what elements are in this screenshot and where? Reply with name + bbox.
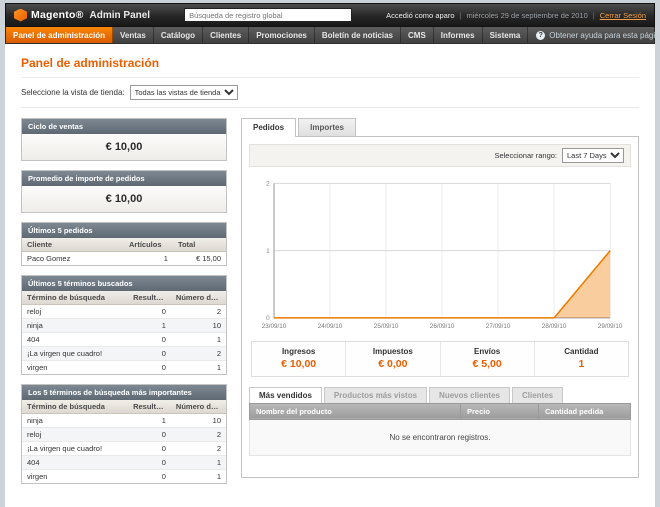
tab-clientes[interactable]: Clientes	[512, 387, 563, 403]
svg-text:0: 0	[266, 315, 270, 322]
nav-item-catalogo[interactable]: Catálogo	[154, 27, 203, 43]
magento-logo[interactable]: Magento® Admin Panel	[14, 9, 150, 22]
help-icon: ?	[536, 31, 545, 40]
nav-item-ventas[interactable]: Ventas	[113, 27, 154, 43]
global-search-input[interactable]	[184, 8, 352, 22]
main-nav: Panel de administración Ventas Catálogo …	[5, 27, 655, 44]
svg-text:28/09/10: 28/09/10	[542, 323, 567, 330]
dashboard-main: Pedidos Importes Seleccionar rango: Last…	[241, 118, 639, 493]
top-search-terms-panel: Los 5 términos de búsqueda más important…	[21, 384, 227, 484]
svg-text:26/09/10: 26/09/10	[430, 323, 455, 330]
svg-text:23/09/10: 23/09/10	[262, 323, 287, 330]
store-view-row: Seleccione la vista de tienda: Todas las…	[21, 78, 639, 108]
page-title: Panel de administración	[21, 50, 639, 78]
tab-nuevos-clientes[interactable]: Nuevos clientes	[429, 387, 510, 403]
average-orders-title: Promedio de importe de pedidos	[22, 171, 226, 186]
nav-item-informes[interactable]: Informes	[434, 27, 483, 43]
svg-text:2: 2	[266, 181, 270, 188]
search-term-row[interactable]: ¡La virgen que cuadro! 0 2	[22, 442, 226, 456]
header-session-info: Accedió como aparo | miércoles 29 de sep…	[386, 11, 646, 20]
search-term-row[interactable]: ninja 1 10	[22, 319, 226, 333]
nav-item-cms[interactable]: CMS	[401, 27, 434, 43]
svg-text:1: 1	[266, 248, 270, 255]
search-term-row[interactable]: ninja 1 10	[22, 414, 226, 428]
orders-chart-wrap: 0 1 2 23/09/10 24/09/10 25/09/10 26/09/10 27/09…	[249, 167, 631, 335]
dashboard-totals: Ingresos € 10,00 Impuestos € 0,00 Envíos…	[251, 341, 629, 377]
top-search-terms-title: Los 5 términos de búsqueda más important…	[22, 385, 226, 400]
grid-empty-message: No se encontraron registros.	[250, 419, 631, 455]
last-orders-panel: Últimos 5 pedidos Cliente Artículos Tota…	[21, 222, 227, 266]
dashboard-board: Seleccionar rango: Last 7 Days 0 1 2 23/09/…	[241, 136, 639, 478]
magento-logo-icon	[14, 9, 27, 22]
total-envios: Envíos € 5,00	[440, 342, 534, 376]
range-bar: Seleccionar rango: Last 7 Days	[249, 144, 631, 167]
last-orders-title: Últimos 5 pedidos	[22, 223, 226, 238]
lifetime-sales-panel: Ciclo de ventas € 10,00	[21, 118, 227, 161]
svg-text:29/09/10: 29/09/10	[598, 323, 623, 330]
total-impuestos: Impuestos € 0,00	[345, 342, 439, 376]
brand-suffix: Admin Panel	[90, 10, 151, 21]
svg-text:24/09/10: 24/09/10	[318, 323, 343, 330]
logged-in-as-text: Accedió como aparo	[386, 11, 454, 20]
search-term-row[interactable]: virgen 0 1	[22, 361, 226, 375]
orders-chart: 0 1 2 23/09/10 24/09/10 25/09/10 26/09/10 27/09…	[253, 175, 627, 335]
nav-item-dashboard[interactable]: Panel de administración	[6, 27, 113, 43]
last-search-terms-title: Últimos 5 términos buscados	[22, 276, 226, 291]
total-cantidad: Cantidad 1	[534, 342, 628, 376]
current-date-text: miércoles 29 de septiembre de 2010	[466, 11, 587, 20]
range-label: Seleccionar rango:	[494, 151, 557, 160]
tab-pedidos[interactable]: Pedidos	[241, 118, 296, 137]
nav-item-boletin[interactable]: Boletín de noticias	[315, 27, 401, 43]
header-bar: Magento® Admin Panel Accedió como aparo …	[5, 3, 655, 27]
store-view-label: Seleccione la vista de tienda:	[21, 88, 125, 97]
average-orders-panel: Promedio de importe de pedidos € 10,00	[21, 170, 227, 213]
tab-productos-mas-vistos[interactable]: Productos más vistos	[324, 387, 427, 403]
lifetime-sales-title: Ciclo de ventas	[22, 119, 226, 134]
svg-text:27/09/10: 27/09/10	[486, 323, 511, 330]
left-column: Ciclo de ventas € 10,00 Promedio de impo…	[21, 118, 227, 493]
total-ingresos: Ingresos € 10,00	[252, 342, 345, 376]
last-orders-table: Cliente Artículos Total Paco Gomez 1 € 1…	[22, 238, 226, 265]
admin-page: Magento® Admin Panel Accedió como aparo …	[5, 3, 655, 507]
order-row[interactable]: Paco Gomez 1 € 15,00	[22, 252, 226, 266]
search-term-row[interactable]: 404 0 1	[22, 333, 226, 347]
store-view-select[interactable]: Todas las vistas de tienda	[130, 85, 238, 100]
grid-tabs: Más vendidos Productos más vistos Nuevos…	[249, 387, 631, 403]
nav-item-promociones[interactable]: Promociones	[249, 27, 315, 43]
lifetime-sales-value: € 10,00	[22, 134, 226, 160]
search-term-row[interactable]: virgen 0 1	[22, 470, 226, 484]
logout-link[interactable]: Cerrar Sesión	[600, 11, 646, 20]
svg-text:25/09/10: 25/09/10	[374, 323, 399, 330]
average-orders-value: € 10,00	[22, 186, 226, 212]
help-link-label: Obtener ayuda para esta página	[549, 31, 660, 40]
content-area: Panel de administración Seleccione la vi…	[5, 44, 655, 507]
page-help-link[interactable]: ? Obtener ayuda para esta página	[528, 27, 660, 43]
nav-item-clientes[interactable]: Clientes	[203, 27, 249, 43]
top-search-terms-table: Término de búsqueda Resultados Número de…	[22, 400, 226, 483]
search-term-row[interactable]: reloj 0 2	[22, 428, 226, 442]
last-search-terms-panel: Últimos 5 términos buscados Término de b…	[21, 275, 227, 375]
brand-name: Magento®	[31, 9, 84, 21]
last-search-terms-table: Término de búsqueda Resultados Número de…	[22, 291, 226, 374]
search-term-row[interactable]: ¡La virgen que cuadro! 0 2	[22, 347, 226, 361]
dashboard-tabs: Pedidos Importes	[241, 118, 639, 136]
search-term-row[interactable]: 404 0 1	[22, 456, 226, 470]
range-select[interactable]: Last 7 Days	[562, 148, 624, 163]
bestsellers-grid: Nombre del producto Precio Cantidad pedi…	[249, 403, 631, 456]
tab-mas-vendidos[interactable]: Más vendidos	[249, 387, 322, 403]
nav-item-sistema[interactable]: Sistema	[483, 27, 529, 43]
tab-importes[interactable]: Importes	[298, 118, 356, 136]
search-term-row[interactable]: reloj 0 2	[22, 305, 226, 319]
